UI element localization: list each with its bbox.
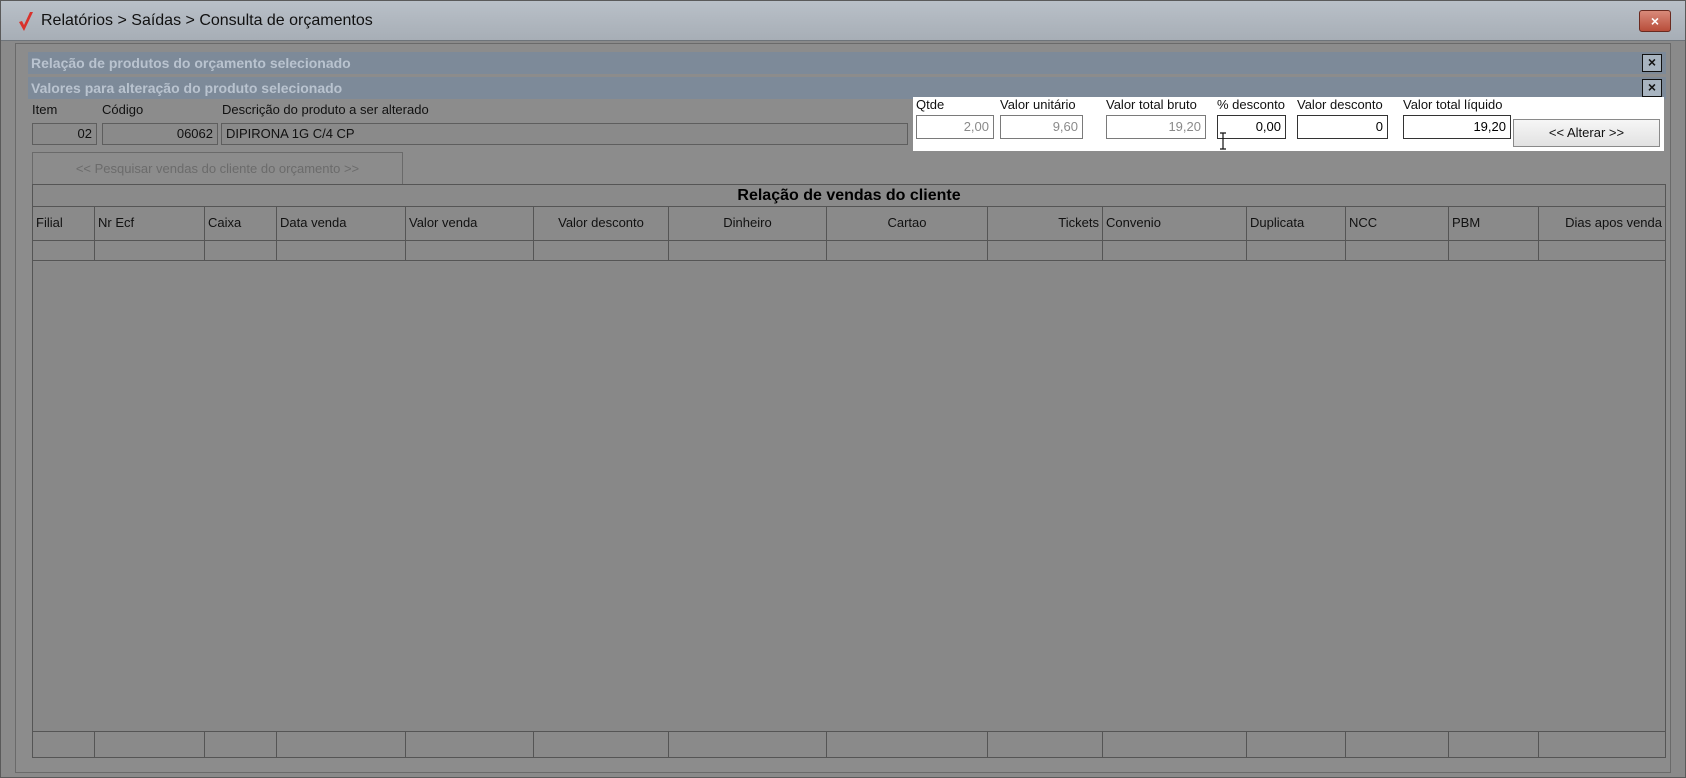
title-bar: Relatórios > Saídas > Consulta de orçame… (1, 1, 1685, 41)
table-cell (205, 241, 277, 260)
alterar-button[interactable]: << Alterar >> (1513, 119, 1660, 147)
window-close-button[interactable]: × (1639, 10, 1671, 32)
search-client-sales-button[interactable]: << Pesquisar vendas do cliente do orçame… (32, 152, 403, 186)
unit-price-label: Valor unitário (1000, 97, 1076, 112)
gross-total-field[interactable]: 19,20 (1106, 115, 1206, 139)
sales-grid-title: Relação de vendas do cliente (33, 185, 1665, 207)
sales-grid: Relação de vendas do cliente Filial Nr E… (32, 184, 1666, 758)
table-cell (33, 241, 95, 260)
footer-cell (827, 732, 988, 757)
values-panel-close-button[interactable]: × (1642, 79, 1662, 97)
footer-cell (33, 732, 95, 757)
grid-empty-area (33, 262, 1665, 732)
table-cell (95, 241, 205, 260)
net-total-label: Valor total líquido (1403, 97, 1503, 112)
qtde-label: Qtde (916, 97, 945, 112)
table-cell (534, 241, 669, 260)
table-cell (1103, 241, 1247, 260)
products-panel-close-button[interactable]: × (1642, 54, 1662, 72)
column-header[interactable]: Caixa (205, 207, 277, 240)
column-header[interactable]: Convenio (1103, 207, 1247, 240)
discount-value-field[interactable]: 0 (1297, 115, 1388, 139)
table-cell (827, 241, 988, 260)
main-window: Relatórios > Saídas > Consulta de orçame… (0, 0, 1686, 778)
footer-cell (669, 732, 827, 757)
discount-value-label: Valor desconto (1297, 97, 1383, 112)
checkmark-app-icon (19, 12, 33, 31)
footer-cell (534, 732, 669, 757)
discount-percent-field[interactable]: 0,00 (1217, 115, 1286, 139)
table-cell (1449, 241, 1539, 260)
column-header[interactable]: Dinheiro (669, 207, 827, 240)
footer-cell (205, 732, 277, 757)
column-header[interactable]: PBM (1449, 207, 1539, 240)
qtde-field[interactable]: 2,00 (916, 115, 994, 139)
sales-grid-footer (33, 731, 1665, 757)
column-header[interactable]: Data venda (277, 207, 406, 240)
window-title: Relatórios > Saídas > Consulta de orçame… (41, 12, 373, 29)
footer-cell (988, 732, 1103, 757)
client-area: Relação de produtos do orçamento selecio… (15, 43, 1671, 773)
unit-price-field[interactable]: 9,60 (1000, 115, 1083, 139)
table-cell (669, 241, 827, 260)
column-header[interactable]: Cartao (827, 207, 988, 240)
item-field: 02 (32, 123, 97, 145)
table-row[interactable] (33, 241, 1665, 261)
table-cell (1539, 241, 1665, 260)
text-cursor-icon (1220, 132, 1226, 150)
column-header[interactable]: Valor desconto (534, 207, 669, 240)
footer-cell (406, 732, 534, 757)
column-header[interactable]: Tickets (988, 207, 1103, 240)
column-header[interactable]: Duplicata (1247, 207, 1346, 240)
footer-cell (1539, 732, 1665, 757)
net-total-field[interactable]: 19,20 (1403, 115, 1511, 139)
values-panel-title: Valores para alteração do produto seleci… (31, 80, 343, 96)
footer-cell (1247, 732, 1346, 757)
gross-total-label: Valor total bruto (1106, 97, 1197, 112)
item-label: Item (32, 102, 58, 117)
table-cell (277, 241, 406, 260)
footer-cell (1449, 732, 1539, 757)
footer-cell (277, 732, 406, 757)
sales-grid-header: Filial Nr Ecf Caixa Data venda Valor ven… (33, 207, 1665, 241)
table-cell (1346, 241, 1449, 260)
code-field: 06062 (102, 123, 218, 145)
table-cell (1247, 241, 1346, 260)
table-cell (406, 241, 534, 260)
products-panel-header: Relação de produtos do orçamento selecio… (28, 52, 1666, 74)
footer-cell (95, 732, 205, 757)
values-panel-header: Valores para alteração do produto seleci… (28, 77, 1666, 99)
column-header[interactable]: Nr Ecf (95, 207, 205, 240)
products-panel-title: Relação de produtos do orçamento selecio… (31, 55, 351, 71)
footer-cell (1346, 732, 1449, 757)
column-header[interactable]: Dias apos venda (1539, 207, 1665, 240)
column-header[interactable]: Filial (33, 207, 95, 240)
code-label: Código (102, 102, 144, 117)
description-label: Descrição do produto a ser alterado (222, 102, 429, 117)
table-cell (988, 241, 1103, 260)
discount-percent-label: % desconto (1217, 97, 1285, 112)
column-header[interactable]: NCC (1346, 207, 1449, 240)
column-header[interactable]: Valor venda (406, 207, 534, 240)
description-field: DIPIRONA 1G C/4 CP (221, 123, 908, 145)
footer-cell (1103, 732, 1247, 757)
